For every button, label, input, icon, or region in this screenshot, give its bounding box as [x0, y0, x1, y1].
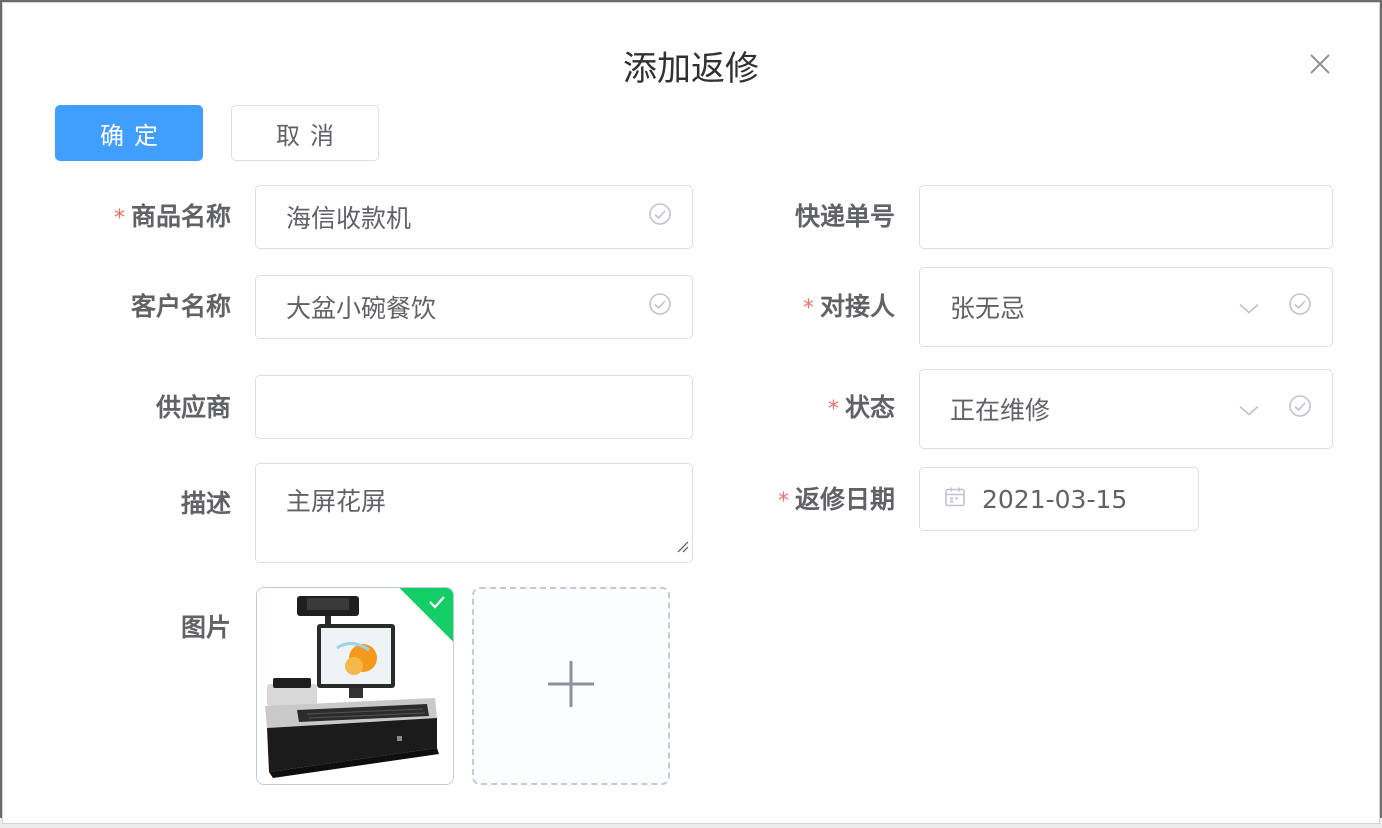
supplier-input[interactable]: [255, 375, 693, 439]
contact-select[interactable]: 张无忌: [919, 267, 1333, 347]
image-label: 图片: [180, 613, 231, 642]
required-asterisk: *: [827, 397, 839, 422]
check-circle-icon: [1288, 292, 1312, 322]
upload-add-button[interactable]: [472, 587, 670, 785]
required-asterisk: *: [113, 206, 125, 231]
description-textarea[interactable]: 主屏花屏: [255, 463, 693, 563]
chevron-down-icon[interactable]: [1238, 293, 1260, 322]
cancel-button[interactable]: 取消: [231, 105, 379, 161]
resize-handle-icon[interactable]: [675, 530, 689, 559]
supplier-label: 供应商: [155, 393, 231, 422]
check-circle-icon: [648, 202, 672, 232]
product-name-label: * 商品名称: [113, 202, 231, 231]
repair-date-value: 2021-03-15: [982, 484, 1128, 514]
tracking-no-label: 快递单号: [794, 202, 895, 231]
product-name-input[interactable]: 海信收款机: [255, 185, 693, 249]
uploaded-image-thumbnail[interactable]: [256, 587, 454, 785]
required-asterisk: *: [802, 296, 814, 321]
product-name-value: 海信收款机: [286, 204, 412, 233]
customer-name-value: 大盆小碗餐饮: [286, 294, 437, 323]
customer-name-input[interactable]: 大盆小碗餐饮: [255, 275, 693, 339]
confirm-button[interactable]: 确定: [55, 105, 203, 161]
check-circle-icon: [648, 292, 672, 322]
tracking-no-input[interactable]: [919, 185, 1333, 249]
add-repair-dialog: 添加返修 确定 取消 * 商品名称 海信收款机 客户名称 大盆小碗餐饮 供应商 描…: [2, 2, 1380, 824]
pos-terminal-image: [257, 588, 453, 784]
repair-date-picker[interactable]: 2021-03-15: [919, 467, 1199, 531]
calendar-icon: [944, 485, 966, 514]
check-icon: [427, 594, 447, 614]
contact-label: * 对接人: [802, 292, 895, 321]
customer-name-label: 客户名称: [130, 292, 231, 321]
required-asterisk: *: [777, 489, 789, 514]
chevron-down-icon[interactable]: [1238, 395, 1260, 424]
plus-icon: [546, 659, 596, 713]
contact-value: 张无忌: [950, 294, 1026, 323]
description-label: 描述: [180, 489, 231, 518]
close-icon[interactable]: [1307, 51, 1333, 77]
status-label: * 状态: [827, 393, 895, 422]
description-value: 主屏花屏: [286, 487, 387, 516]
status-value: 正在维修: [950, 396, 1051, 425]
check-circle-icon: [1288, 394, 1312, 424]
status-select[interactable]: 正在维修: [919, 369, 1333, 449]
dialog-title: 添加返修: [623, 49, 759, 89]
repair-date-label: * 返修日期: [777, 485, 895, 514]
